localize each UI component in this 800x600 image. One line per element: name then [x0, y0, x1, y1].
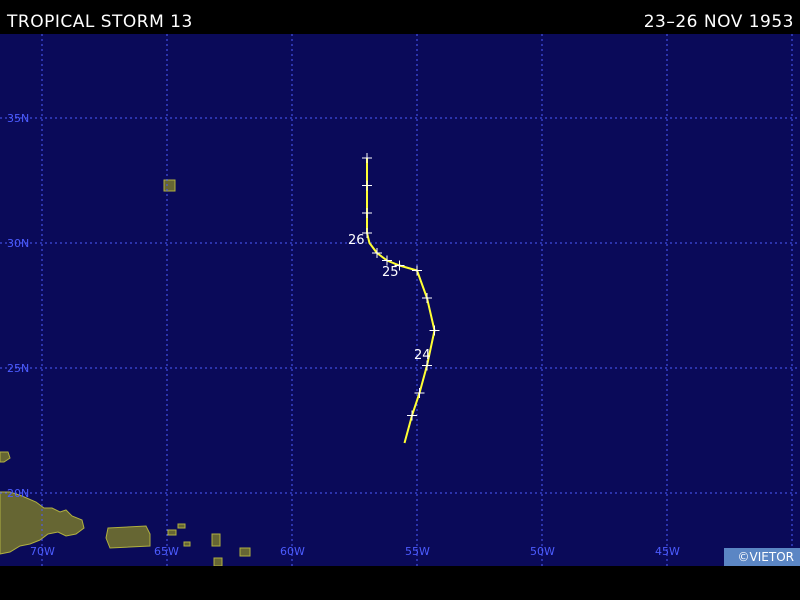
lat-label-30n: 30N — [7, 237, 30, 250]
lon-label-55w: 55W — [405, 545, 430, 558]
lon-label-65w: 65W — [154, 545, 179, 558]
day-label-24: 24 — [414, 348, 431, 363]
lat-label-25n: 25N — [7, 362, 30, 375]
land-masses — [0, 179, 251, 566]
track-position-tick — [407, 410, 417, 421]
day-label-25: 25 — [382, 265, 399, 280]
anguilla-islet — [183, 541, 191, 547]
track-position-tick — [362, 180, 372, 191]
hispaniola-north-islet — [0, 451, 11, 463]
header-bar: TROPICAL STORM 13 23–26 NOV 1953 — [0, 0, 800, 34]
lat-label-35n: 35N — [7, 112, 30, 125]
footer-bar — [0, 566, 800, 600]
storm-track — [362, 153, 440, 444]
lon-label-70w: 70W — [30, 545, 55, 558]
day-label-26: 26 — [348, 233, 365, 248]
credit-badge: ©VIETOR — [723, 548, 800, 566]
date-range: 23–26 NOV 1953 — [643, 12, 794, 32]
lat-lon-grid — [0, 34, 800, 566]
guadeloupe-islet — [239, 547, 251, 557]
track-position-tick — [362, 208, 372, 218]
storm-title: TROPICAL STORM 13 — [7, 12, 193, 32]
track-position-tick — [422, 293, 432, 303]
lon-label-50w: 50W — [530, 545, 555, 558]
virgin-islands-2 — [177, 523, 186, 529]
track-position-tick — [362, 153, 372, 163]
bermuda-land — [163, 179, 176, 192]
lon-label-60w: 60W — [280, 545, 305, 558]
virgin-islands-1 — [167, 529, 177, 536]
montserrat-islet — [213, 557, 223, 566]
lon-label-45w: 45W — [655, 545, 680, 558]
track-line — [366, 158, 436, 444]
antigua-islet — [211, 533, 221, 547]
track-position-tick — [412, 265, 422, 276]
track-position-tick — [414, 388, 425, 398]
track-map[interactable]: 35N 30N 25N 20N 70W 65W 60W 55W 50W 45W … — [0, 34, 800, 566]
track-position-tick — [429, 325, 440, 336]
puerto-rico-land — [105, 525, 151, 549]
lat-label-20n: 20N — [7, 487, 30, 500]
map-canvas — [0, 34, 800, 566]
